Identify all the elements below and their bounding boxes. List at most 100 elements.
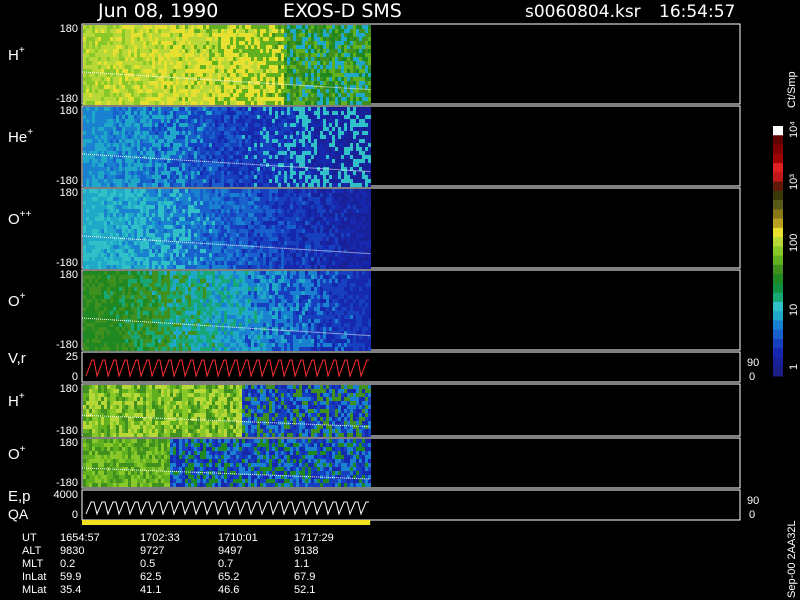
heatmap-cell [83, 245, 86, 249]
heatmap-cell [362, 101, 365, 105]
heatmap-cell [173, 73, 176, 77]
heatmap-cell [185, 209, 188, 213]
heatmap-cell [302, 127, 305, 131]
heatmap-cell [191, 261, 194, 265]
heatmap-cell [167, 225, 170, 229]
heatmap-cell [152, 107, 155, 111]
heatmap-cell [227, 69, 230, 73]
heatmap-cell [119, 257, 122, 261]
heatmap-cell [179, 179, 182, 183]
heatmap-cell [158, 257, 161, 261]
heatmap-cell [107, 115, 110, 119]
heatmap-cell [302, 115, 305, 119]
heatmap-cell [170, 111, 173, 115]
heatmap-cell [347, 69, 350, 73]
heatmap-cell [215, 69, 218, 73]
heatmap-cell [110, 85, 113, 89]
heatmap-cell [278, 69, 281, 73]
heatmap-cell [338, 159, 341, 163]
heatmap-cell [224, 127, 227, 131]
heatmap-cell [230, 175, 233, 179]
heatmap-cell [143, 139, 146, 143]
heatmap-cell [359, 139, 362, 143]
heatmap-cell [101, 193, 104, 197]
heatmap-cell [158, 85, 161, 89]
heatmap-cell [233, 217, 236, 221]
heatmap-cell [242, 123, 245, 127]
heatmap-cell [275, 65, 278, 69]
heatmap-cell [248, 57, 251, 61]
heatmap-cell [236, 221, 239, 225]
heatmap-cell [128, 69, 131, 73]
heatmap-cell [164, 119, 167, 123]
heatmap-cell [101, 61, 104, 65]
heatmap-cell [182, 233, 185, 237]
heatmap-cell [176, 107, 179, 111]
heatmap-cell [227, 61, 230, 65]
heatmap-cell [95, 25, 98, 29]
heatmap-cell [116, 139, 119, 143]
heatmap-cell [206, 237, 209, 241]
heatmap-cell [320, 119, 323, 123]
heatmap-cell [134, 151, 137, 155]
heatmap-cell [146, 139, 149, 143]
heatmap-cell [215, 127, 218, 131]
heatmap-cell [149, 123, 152, 127]
heatmap-cell [368, 159, 371, 163]
heatmap-cell [299, 183, 302, 187]
heatmap-cell [170, 73, 173, 77]
heatmap-cell [158, 81, 161, 85]
heatmap-cell [101, 229, 104, 233]
heatmap-cell [164, 123, 167, 127]
heatmap-cell [179, 147, 182, 151]
heatmap-cell [158, 225, 161, 229]
heatmap-cell [296, 33, 299, 37]
heatmap-cell [275, 77, 278, 81]
heatmap-cell [122, 93, 125, 97]
heatmap-cell [224, 89, 227, 93]
heatmap-cell [257, 89, 260, 93]
heatmap-cell [197, 189, 200, 193]
heatmap-cell [173, 101, 176, 105]
heatmap-cell [191, 53, 194, 57]
heatmap-cell [332, 45, 335, 49]
heatmap-cell [107, 171, 110, 175]
heatmap-cell [215, 265, 218, 269]
heatmap-cell [191, 193, 194, 197]
heatmap-cell [314, 89, 317, 93]
heatmap-cell [98, 151, 101, 155]
heatmap-cell [206, 175, 209, 179]
heatmap-cell [182, 159, 185, 163]
heatmap-cell [116, 209, 119, 213]
heatmap-cell [128, 143, 131, 147]
heatmap-cell [332, 53, 335, 57]
heatmap-cell [146, 225, 149, 229]
heatmap-cell [140, 93, 143, 97]
heatmap-cell [152, 25, 155, 29]
heatmap-cell [263, 57, 266, 61]
heatmap-cell [185, 237, 188, 241]
heatmap-cell [332, 57, 335, 61]
heatmap-cell [197, 245, 200, 249]
heatmap-cell [233, 101, 236, 105]
heatmap-cell [338, 37, 341, 41]
heatmap-cell [257, 151, 260, 155]
heatmap-cell [134, 201, 137, 205]
heatmap-cell [299, 93, 302, 97]
heatmap-cell [236, 159, 239, 163]
heatmap-cell [254, 147, 257, 151]
heatmap-cell [146, 159, 149, 163]
heatmap-cell [296, 159, 299, 163]
heatmap-cell [368, 73, 371, 77]
heatmap-cell [248, 175, 251, 179]
heatmap-cell [293, 57, 296, 61]
heatmap-cell [128, 77, 131, 81]
heatmap-cell [134, 241, 137, 245]
heatmap-cell [338, 49, 341, 53]
heatmap-cell [308, 77, 311, 81]
heatmap-cell [140, 209, 143, 213]
heatmap-cell [86, 229, 89, 233]
heatmap-cell [110, 89, 113, 93]
heatmap-cell [143, 167, 146, 171]
heatmap-cell [92, 265, 95, 269]
